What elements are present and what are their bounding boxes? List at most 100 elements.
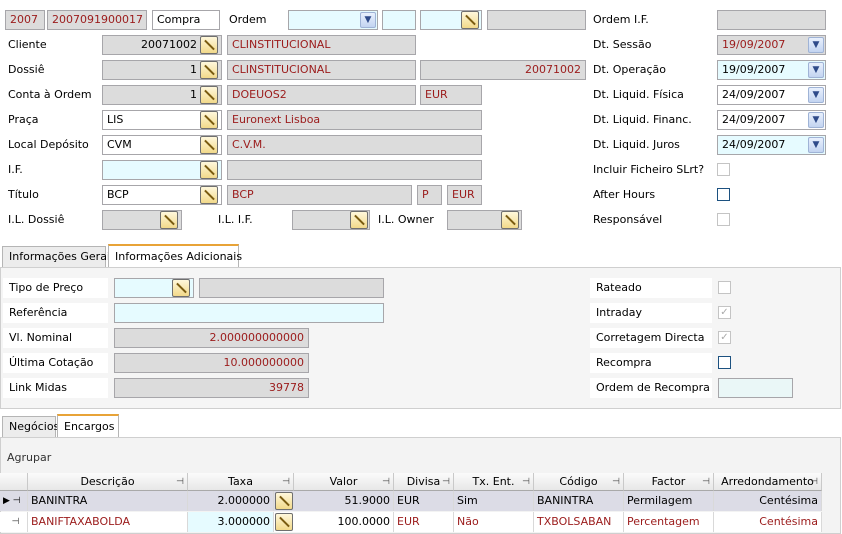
dt-liq-juros-dropdown-icon[interactable]: ▼: [808, 137, 824, 153]
col-valor-label: Valor: [329, 475, 358, 488]
incluir-ficheiro-label: Incluir Ficheiro SLrt?: [593, 163, 705, 176]
tab-negocios[interactable]: Negócios: [2, 416, 59, 438]
ordem-lookup-icon[interactable]: [461, 11, 479, 29]
il-if-lookup-icon[interactable]: [350, 211, 368, 229]
pin-icon[interactable]: ⊣: [382, 473, 390, 491]
recompra-checkbox[interactable]: [718, 356, 731, 369]
dt-sessao-dropdown-icon[interactable]: ▼: [808, 37, 824, 53]
link-midas-label: Link Midas: [3, 378, 108, 398]
pin-icon[interactable]: ⊣: [522, 473, 530, 491]
intraday-checkbox[interactable]: ✓: [718, 306, 731, 319]
col-taxa[interactable]: Taxa ⊣: [188, 473, 294, 491]
dt-liq-financ-label: Dt. Liquid. Financ.: [593, 113, 692, 126]
local-deposito-lookup-icon[interactable]: [200, 136, 218, 154]
praca-label: Praça: [8, 113, 39, 126]
col-taxa-label: Taxa: [228, 475, 253, 488]
ordem-label: Ordem: [229, 13, 267, 26]
local-deposito-name-field: C.V.M.: [227, 135, 482, 155]
vl-nominal-label: Vl. Nominal: [3, 328, 108, 348]
col-arredondamento[interactable]: Arredondamento ⊣: [714, 473, 822, 491]
pin-icon[interactable]: ⊣: [702, 473, 710, 491]
pin-icon[interactable]: ⊣: [176, 473, 184, 491]
il-owner-lookup-icon[interactable]: [501, 211, 519, 229]
titulo-lookup-icon[interactable]: [200, 186, 218, 204]
table-row[interactable]: ▶ ⊣ BANINTRA 2.000000 51.9000 EUR Sim BA…: [0, 491, 822, 511]
link-midas-field: 39778: [114, 378, 309, 398]
col-descricao[interactable]: Descrição ⊣: [28, 473, 188, 491]
dt-liq-fisica-dropdown-icon[interactable]: ▼: [808, 87, 824, 103]
praca-lookup-icon[interactable]: [200, 111, 218, 129]
praca-name-field: Euronext Lisboa: [227, 110, 482, 130]
col-tx-ent-label: Tx. Ent.: [472, 475, 515, 488]
operation-field[interactable]: Compra: [152, 10, 220, 30]
pin-icon[interactable]: ⊣: [442, 473, 450, 491]
row-selector-arrow-icon[interactable]: ▶ ⊣: [0, 491, 28, 511]
rateado-label: Rateado: [590, 278, 712, 298]
cell-taxa[interactable]: 3.000000: [188, 512, 274, 532]
cell-factor: Permilagem: [624, 491, 714, 511]
group-by-label[interactable]: Agrupar: [7, 448, 51, 468]
dt-liq-juros-label: Dt. Liquid. Juros: [593, 138, 680, 151]
ultima-cotacao-field: 10.000000000: [114, 353, 309, 373]
table-row[interactable]: ⊣ BANIFTAXABOLDA 3.000000 100.0000 EUR N…: [0, 512, 822, 532]
col-codigo[interactable]: Código ⊣: [534, 473, 624, 491]
taxa-lookup-icon[interactable]: [275, 492, 293, 510]
doc-type-field[interactable]: 2007: [5, 10, 45, 30]
tipo-preco-label: Tipo de Preço: [3, 278, 108, 298]
pin-icon[interactable]: ⊣: [810, 473, 818, 491]
cell-descricao: BANIFTAXABOLDA: [28, 512, 188, 532]
cell-taxa: 2.000000: [188, 491, 274, 511]
col-factor-label: Factor: [651, 475, 686, 488]
ordem-if-label: Ordem I.F.: [593, 13, 649, 26]
il-dossie-lookup-icon[interactable]: [160, 211, 178, 229]
col-divisa[interactable]: Divisa ⊣: [394, 473, 454, 491]
taxa-lookup-icon[interactable]: [275, 513, 293, 531]
titulo-type-field: P: [417, 185, 442, 205]
tab-encargos[interactable]: Encargos: [57, 414, 119, 438]
tipo-preco-lookup-icon[interactable]: [172, 279, 190, 297]
tab-strip-grid: Negócios Encargos: [0, 414, 842, 438]
ordem-recompra-field[interactable]: [718, 378, 793, 398]
col-factor[interactable]: Factor ⊣: [624, 473, 714, 491]
doc-number-field[interactable]: 2007091900017: [47, 10, 147, 30]
tipo-preco-desc-field: [199, 278, 384, 298]
tab-strip-info: Informações Gerais Informações Adicionai…: [0, 244, 842, 268]
incluir-ficheiro-checkbox[interactable]: [717, 163, 730, 176]
il-owner-label: I.L. Owner: [378, 213, 434, 226]
dossie-name-field: CLINSTITUCIONAL: [227, 60, 416, 80]
responsavel-label: Responsável: [593, 213, 663, 226]
dossie-lookup-icon[interactable]: [200, 61, 218, 79]
if-name-field: [227, 160, 482, 180]
ultima-cotacao-label: Última Cotação: [3, 353, 108, 373]
ordem-if-field: [717, 10, 826, 30]
titulo-label: Título: [8, 188, 39, 201]
row-pin-icon[interactable]: ⊣: [0, 512, 28, 532]
col-codigo-label: Código: [559, 475, 598, 488]
ordem-field-2[interactable]: [382, 10, 416, 30]
col-divisa-label: Divisa: [406, 475, 441, 488]
pin-icon[interactable]: ⊣: [282, 473, 290, 491]
tab-informacoes-gerais[interactable]: Informações Gerais: [2, 246, 116, 268]
conta-ordem-lookup-icon[interactable]: [200, 86, 218, 104]
cell-codigo: TXBOLSABAN: [534, 512, 624, 532]
referencia-field[interactable]: [114, 303, 384, 323]
col-valor[interactable]: Valor ⊣: [294, 473, 394, 491]
cell-descricao: BANINTRA: [28, 491, 188, 511]
col-tx-ent[interactable]: Tx. Ent. ⊣: [454, 473, 534, 491]
informacoes-adicionais-panel: Tipo de Preço Referência Vl. Nominal 2.0…: [0, 267, 841, 409]
dossie-extra-field: 20071002: [420, 60, 586, 80]
cliente-lookup-icon[interactable]: [200, 36, 218, 54]
if-lookup-icon[interactable]: [200, 161, 218, 179]
responsavel-checkbox[interactable]: [717, 213, 730, 226]
after-hours-checkbox[interactable]: [717, 188, 730, 201]
dt-liq-financ-dropdown-icon[interactable]: ▼: [808, 112, 824, 128]
dt-operacao-dropdown-icon[interactable]: ▼: [808, 62, 824, 78]
tab-informacoes-adicionais[interactable]: Informações Adicionais: [108, 244, 242, 268]
conta-ordem-currency-field: EUR: [420, 85, 482, 105]
rateado-checkbox[interactable]: [718, 281, 731, 294]
cell-arredondamento: Centésima: [714, 491, 822, 511]
ordem-dropdown-icon[interactable]: ▼: [360, 12, 376, 28]
corretagem-directa-checkbox[interactable]: ✓: [718, 331, 731, 344]
referencia-label: Referência: [3, 303, 108, 323]
pin-icon[interactable]: ⊣: [612, 473, 620, 491]
